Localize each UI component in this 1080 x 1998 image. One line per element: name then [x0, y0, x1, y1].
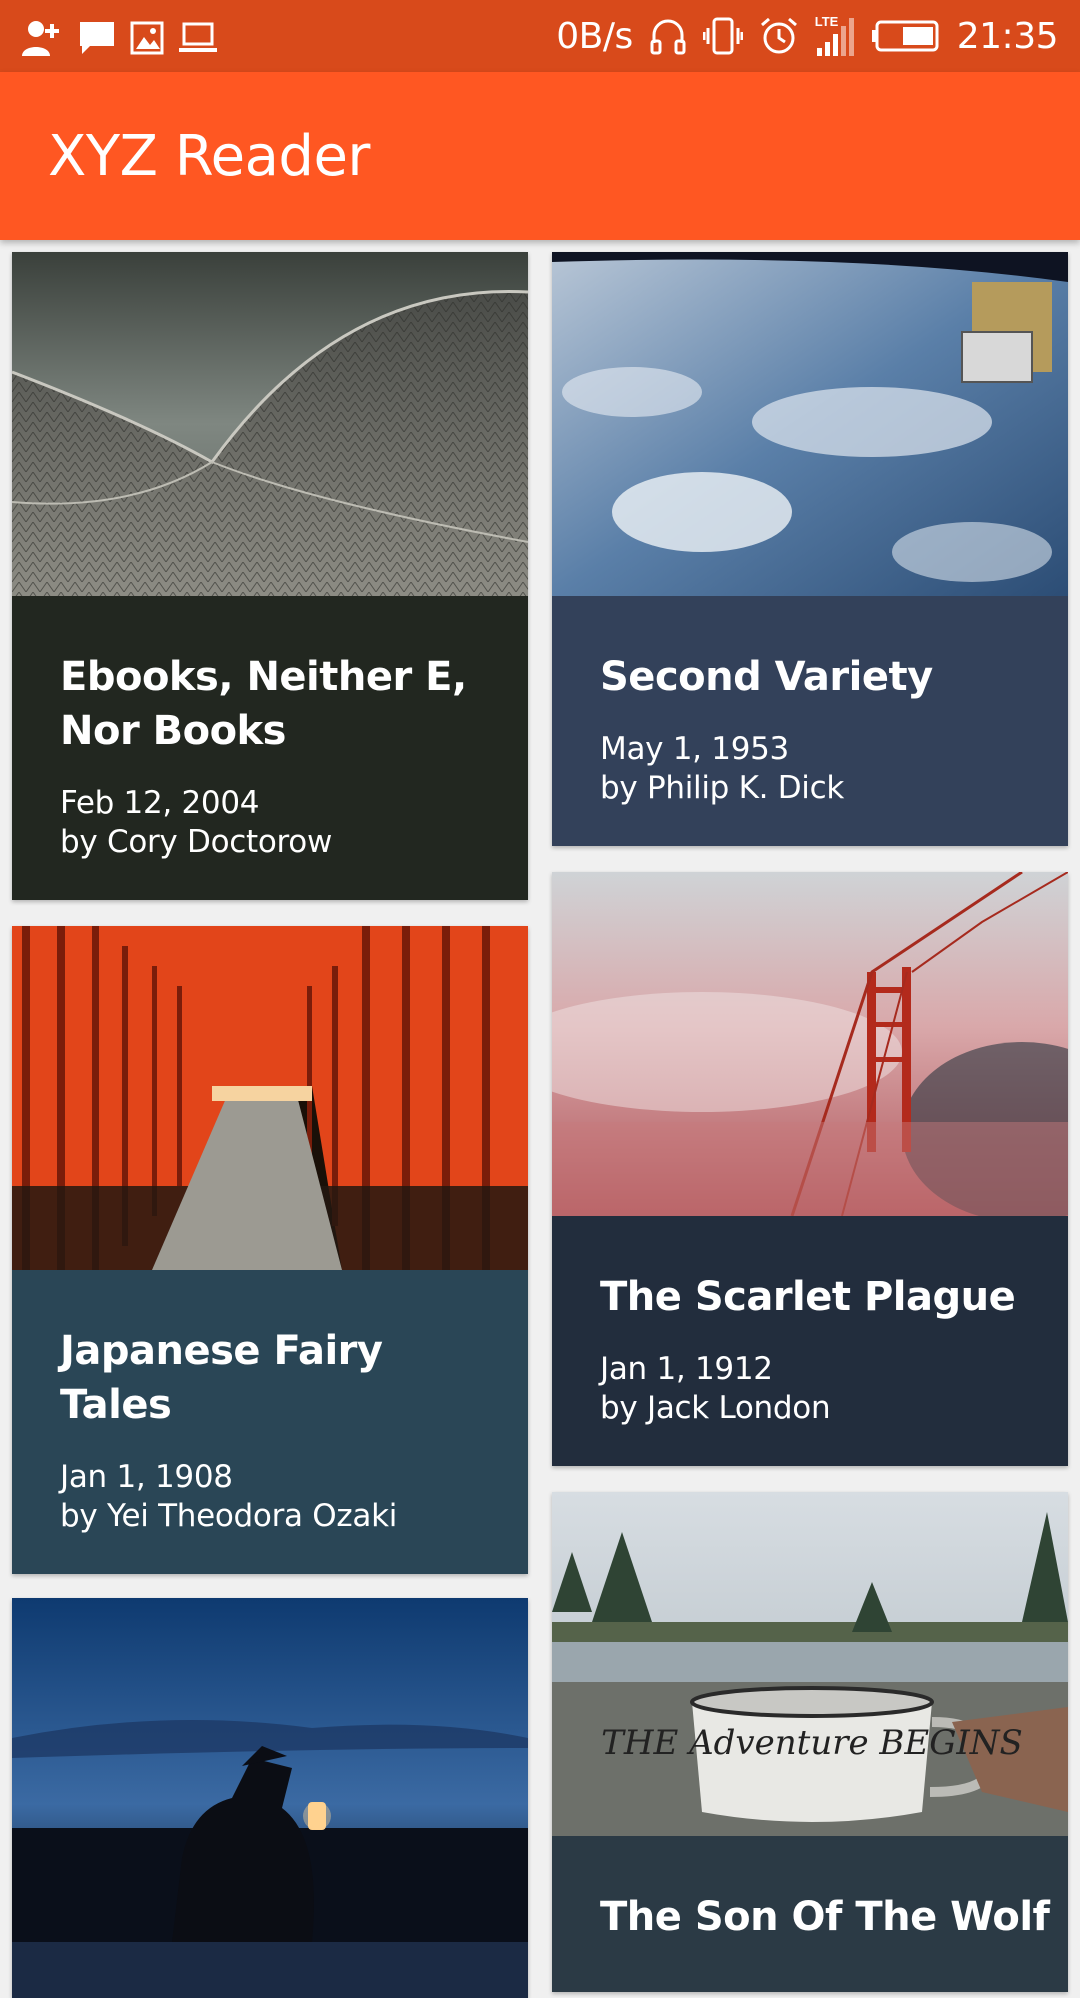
article-card[interactable]: Ebooks, Neither E, Nor Books Feb 12, 200… [12, 252, 528, 900]
article-title: The Scarlet Plague [600, 1274, 1016, 1320]
article-card[interactable] [12, 1598, 528, 1998]
torii-gates-photo [12, 926, 528, 1270]
network-speed: 0B/s [556, 15, 633, 57]
message-icon [80, 22, 114, 54]
article-meta: The Son Of The Wolf [552, 1836, 1068, 1992]
article-author: by Jack London [600, 1390, 831, 1426]
signal-indicator: LTE [815, 14, 855, 58]
golden-gate-fog-photo [552, 872, 1068, 1216]
headset-icon [650, 19, 686, 55]
article-title: Ebooks, Neither E, Nor Books [60, 654, 467, 754]
article-meta: Ebooks, Neither E, Nor Books Feb 12, 200… [12, 596, 528, 900]
architecture-roof-photo [12, 252, 528, 596]
article-title: Japanese Fairy Tales [60, 1328, 383, 1428]
laptop-icon [179, 22, 217, 52]
alarm-icon [760, 17, 797, 54]
article-author: by Philip K. Dick [600, 770, 845, 806]
image-icon [130, 21, 164, 55]
article-date: Jan 1, 1908 [60, 1459, 233, 1495]
clock: 21:35 [956, 15, 1059, 57]
app-bar: XYZ Reader [0, 72, 1080, 240]
vibrate-icon [702, 17, 743, 55]
adventure-mug-photo: THE Adventure BEGINS [552, 1492, 1068, 1836]
lantern-night-photo [12, 1598, 528, 1942]
earth-from-space-photo [552, 252, 1068, 596]
article-card[interactable]: Japanese Fairy Tales Jan 1, 1908 by Yei … [12, 926, 528, 1574]
article-author: by Yei Theodora Ozaki [60, 1498, 398, 1534]
article-date: Jan 1, 1912 [600, 1351, 773, 1387]
article-title: The Son Of The Wolf [600, 1894, 1050, 1940]
article-title: Second Variety [600, 654, 933, 700]
article-date: Feb 12, 2004 [60, 785, 260, 821]
article-meta [12, 1942, 528, 1998]
article-meta: Japanese Fairy Tales Jan 1, 1908 by Yei … [12, 1270, 528, 1574]
article-card[interactable]: The Scarlet Plague Jan 1, 1912 by Jack L… [552, 872, 1068, 1466]
article-card[interactable]: THE Adventure BEGINS The Son Of The Wolf [552, 1492, 1068, 1992]
article-card[interactable]: Second Variety May 1, 1953 by Philip K. … [552, 252, 1068, 846]
status-bar: 0B/s LTE 21:35 [0, 0, 1080, 72]
mug-text: THE Adventure BEGINS [601, 1723, 1023, 1763]
app-title: XYZ Reader [48, 124, 370, 189]
signal-icon [816, 18, 854, 56]
article-meta: Second Variety May 1, 1953 by Philip K. … [552, 596, 1068, 846]
add-user-icon [22, 21, 59, 56]
article-meta: The Scarlet Plague Jan 1, 1912 by Jack L… [552, 1216, 1068, 1466]
battery-icon [871, 20, 939, 52]
article-author: by Cory Doctorow [60, 824, 333, 860]
article-date: May 1, 1953 [600, 731, 789, 767]
